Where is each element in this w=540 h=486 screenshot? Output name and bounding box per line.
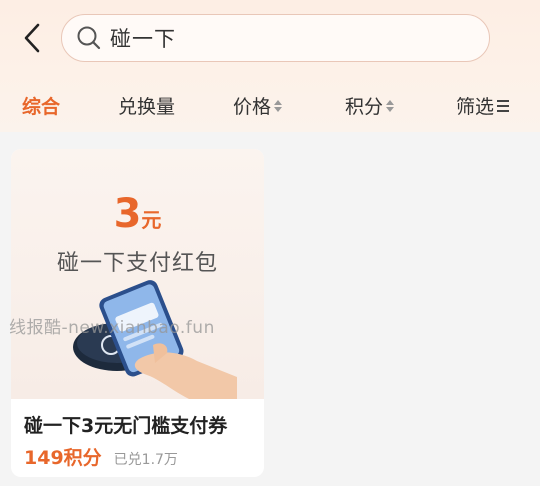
- product-image: 3元 碰一下支付红包: [11, 149, 264, 399]
- product-title: 碰一下3元无门槛支付券: [24, 415, 228, 437]
- sold-count: 已兑1.7万: [113, 452, 178, 468]
- filter-button[interactable]: 筛选: [456, 92, 510, 119]
- search-query: 碰一下: [110, 27, 176, 51]
- search-icon: [76, 25, 102, 51]
- sort-tab-price[interactable]: 价格: [233, 92, 283, 119]
- sort-tab-comprehensive[interactable]: 综合: [22, 92, 60, 119]
- promo-amount: 3元: [113, 191, 162, 237]
- sort-triangle-icon: [386, 99, 395, 112]
- filter-icon: [497, 99, 510, 112]
- sort-bar: 综合 兑换量 价格 积分 筛选: [0, 84, 540, 130]
- points-price: 149积分: [24, 447, 102, 469]
- phone-tap-illustration: [73, 280, 237, 399]
- watermark-text: 线报酷-new.xianbao.fun: [9, 318, 215, 338]
- back-arrow-icon: [24, 23, 40, 53]
- price-line: 149积分 已兑1.7万: [24, 443, 178, 470]
- promo-title: 碰一下支付红包: [56, 251, 218, 276]
- sort-tab-exchange-count[interactable]: 兑换量: [118, 92, 175, 119]
- back-button[interactable]: [16, 20, 48, 56]
- sort-triangle-icon: [274, 99, 283, 112]
- search-input[interactable]: 碰一下: [61, 14, 490, 62]
- sort-tab-points[interactable]: 积分: [345, 92, 395, 119]
